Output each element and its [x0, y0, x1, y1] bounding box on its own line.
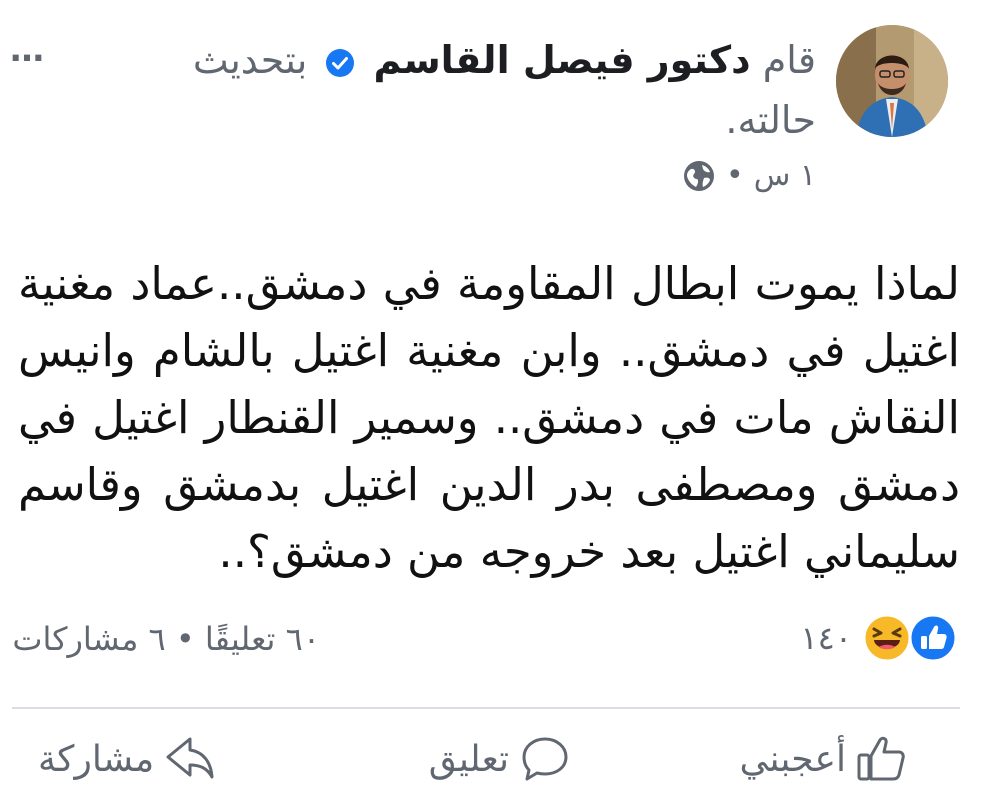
more-options-icon[interactable]: …: [10, 30, 46, 70]
like-label: أعجبني: [739, 738, 846, 780]
reaction-count: ١٤٠: [800, 619, 852, 657]
comment-bubble-icon: [522, 737, 568, 781]
meta-separator: •: [726, 158, 744, 193]
actions-divider: [12, 707, 960, 709]
author-name[interactable]: دكتور فيصل القاسم: [374, 38, 751, 82]
verified-badge-icon: [326, 48, 355, 77]
stats-separator: •: [175, 620, 195, 658]
comment-count[interactable]: ٦٠ تعليقًا: [205, 620, 320, 658]
comment-button[interactable]: تعليق: [429, 735, 571, 783]
share-label: مشاركة: [38, 738, 155, 780]
haha-reaction-icon: [862, 613, 912, 663]
post-time[interactable]: ١ س: [754, 158, 816, 193]
share-button[interactable]: مشاركة: [38, 735, 216, 783]
like-button[interactable]: أعجبني: [740, 735, 908, 783]
globe-icon: [684, 160, 714, 191]
share-arrow-icon: [166, 737, 214, 779]
share-count[interactable]: ٦ مشاركات: [12, 620, 165, 658]
comment-label: تعليق: [428, 738, 509, 780]
reactions-summary[interactable]: ١٤٠: [800, 613, 958, 663]
author-prefix: قام: [762, 38, 816, 82]
facebook-post: قام دكتور فيصل القاسم بتحديث حالته. … ١ …: [0, 0, 996, 810]
post-body-text: لماذا يموت ابطال المقاومة في دمشق..عماد …: [18, 257, 960, 578]
post-meta: ١ س •: [682, 158, 816, 193]
post-header: قام دكتور فيصل القاسم بتحديث حالته.: [176, 30, 816, 150]
thumbs-up-icon: [857, 736, 905, 781]
like-reaction-icon: [908, 613, 958, 663]
author-avatar[interactable]: [836, 25, 948, 137]
comments-shares-summary[interactable]: ٦٠ تعليقًا • ٦ مشاركات: [0, 620, 320, 658]
